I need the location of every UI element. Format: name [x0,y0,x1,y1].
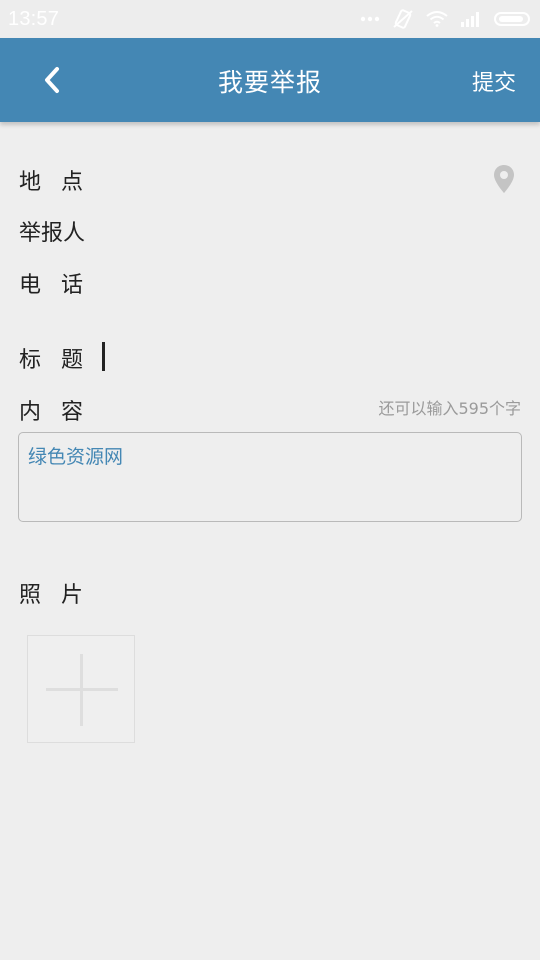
content-label: 内容 [19,400,104,425]
title-input-cursor[interactable] [102,342,105,371]
phone-label: 电话 [19,273,104,298]
title-label: 标题 [19,348,104,373]
content-textarea[interactable]: 绿色资源网 [18,432,522,522]
location-pin-icon[interactable] [493,164,515,194]
status-icons [360,8,530,30]
reporter-label: 举报人 [19,221,86,246]
page-title: 我要举报 [217,68,322,97]
add-photo-button[interactable] [27,635,135,743]
location-label: 地点 [19,170,104,195]
submit-button[interactable]: 提交 [472,65,516,97]
battery-icon [494,12,530,26]
remaining-chars-hint: 还可以输入595个字 [378,399,521,418]
plus-icon-vertical [80,654,83,726]
title-bar: 我要举报 提交 [0,38,540,122]
more-dots-icon [360,16,380,22]
vibrate-icon [393,9,413,29]
status-bar: 13:57 [0,0,540,38]
wifi-icon [426,11,448,27]
content-text: 绿色资源网 [28,446,124,468]
status-time: 13:57 [8,8,60,30]
photo-label: 照片 [19,583,104,608]
signal-icon [461,12,479,27]
